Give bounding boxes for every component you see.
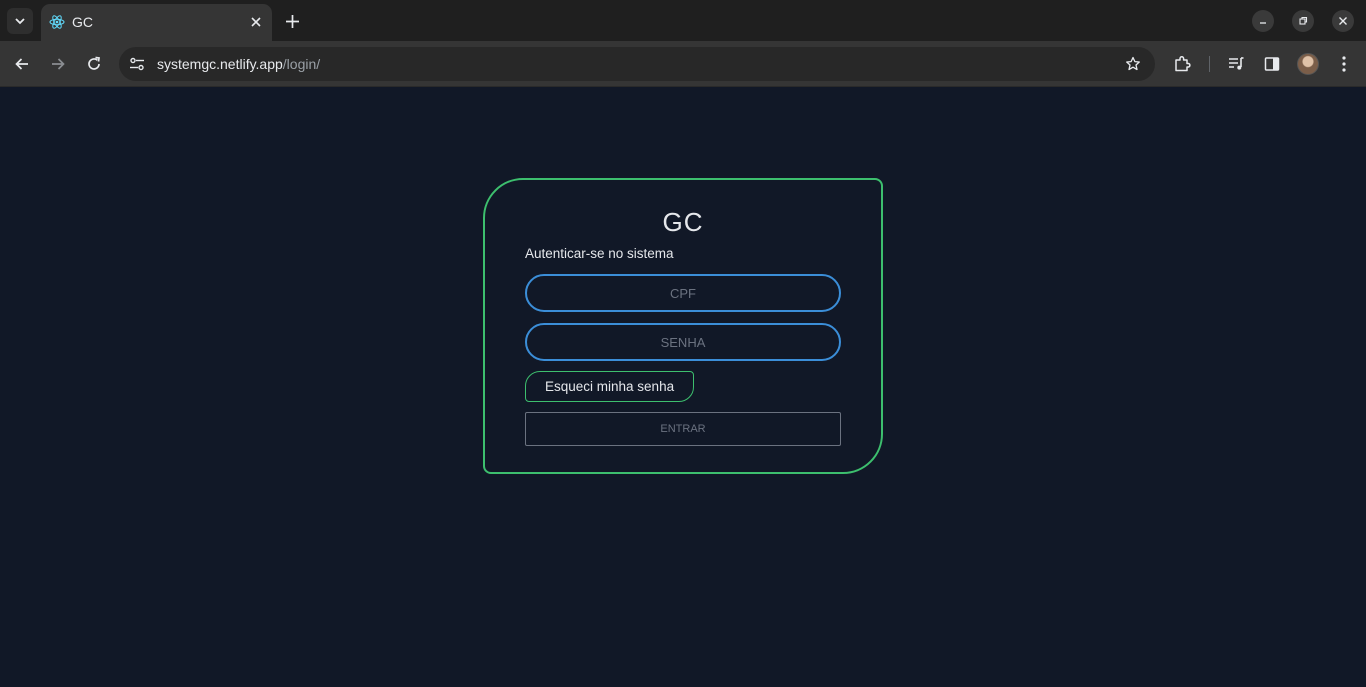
forward-button[interactable] <box>46 52 70 76</box>
submit-button[interactable]: ENTRAR <box>525 412 841 446</box>
plus-icon <box>285 14 299 28</box>
close-window-button[interactable] <box>1332 10 1354 32</box>
bookmark-button[interactable] <box>1123 54 1143 74</box>
tune-icon <box>130 57 144 71</box>
side-panel-button[interactable] <box>1261 53 1283 75</box>
chevron-down-icon <box>15 18 25 25</box>
tab-close-button[interactable] <box>247 13 265 31</box>
restore-button[interactable] <box>1292 10 1314 32</box>
tab-search-button[interactable] <box>7 8 33 34</box>
toolbar-separator <box>1209 56 1210 72</box>
login-title: GC <box>662 207 704 237</box>
arrow-left-icon <box>15 58 28 70</box>
reload-icon <box>88 56 100 70</box>
more-vertical-icon <box>1342 56 1346 72</box>
media-controls-button[interactable] <box>1225 53 1247 75</box>
queue-music-icon <box>1229 57 1244 70</box>
back-button[interactable] <box>10 52 34 76</box>
tab-title: GC <box>72 14 93 30</box>
address-bar[interactable]: systemgc.netlify.app/login/ <box>119 47 1155 81</box>
extensions-button[interactable] <box>1171 53 1193 75</box>
senha-input[interactable] <box>525 323 841 361</box>
restore-icon <box>1299 16 1308 25</box>
reload-button[interactable] <box>82 52 106 76</box>
minimize-icon <box>1260 22 1266 24</box>
url-path: /login/ <box>282 56 321 72</box>
close-icon <box>1339 17 1347 25</box>
site-info-button[interactable] <box>127 55 147 73</box>
minimize-button[interactable] <box>1252 10 1274 32</box>
profile-avatar[interactable] <box>1297 53 1319 75</box>
react-logo-icon <box>49 15 65 29</box>
browser-menu-button[interactable] <box>1333 53 1355 75</box>
close-icon <box>251 17 261 27</box>
star-icon <box>1126 56 1140 71</box>
browser-toolbar: systemgc.netlify.app/login/ <box>0 41 1366 87</box>
login-subtitle: Autenticar-se no sistema <box>525 246 674 261</box>
puzzle-icon <box>1175 55 1191 72</box>
arrow-right-icon <box>52 58 65 70</box>
browser-tab[interactable]: GC <box>41 4 272 41</box>
page-content: GC Autenticar-se no sistema Esqueci minh… <box>0 87 1366 687</box>
login-card: GC Autenticar-se no sistema Esqueci minh… <box>483 178 883 474</box>
side-panel-icon <box>1264 57 1280 71</box>
browser-tab-bar: GC <box>0 0 1366 41</box>
url-text: systemgc.netlify.app/login/ <box>157 56 320 72</box>
forgot-password-button[interactable]: Esqueci minha senha <box>525 371 695 402</box>
cpf-input[interactable] <box>525 274 841 312</box>
url-host: systemgc.netlify.app <box>157 56 283 72</box>
new-tab-button[interactable] <box>282 11 302 31</box>
